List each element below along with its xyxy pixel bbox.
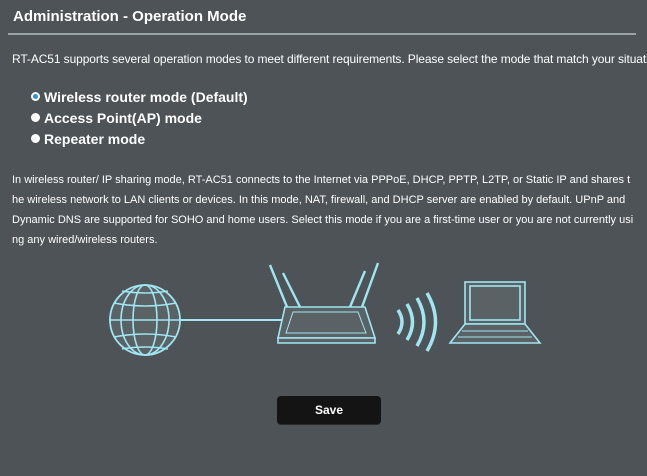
operation-mode-panel: Administration - Operation Mode RT-AC51 … xyxy=(0,0,647,476)
intro-text: RT-AC51 supports several operation modes… xyxy=(12,52,647,66)
radio-unselected-icon[interactable] xyxy=(31,134,40,143)
mode-label: Wireless router mode (Default) xyxy=(44,88,248,105)
mode-option-wireless-router[interactable]: Wireless router mode (Default) xyxy=(31,86,248,107)
mode-label: Access Point(AP) mode xyxy=(44,109,202,126)
page-title: Administration - Operation Mode xyxy=(13,8,247,25)
laptop-icon xyxy=(448,281,542,344)
radio-unselected-icon[interactable] xyxy=(31,113,40,122)
mode-radio-group: Wireless router mode (Default) Access Po… xyxy=(31,86,248,149)
router-icon xyxy=(268,262,380,344)
mode-label: Repeater mode xyxy=(44,130,146,147)
mode-option-access-point[interactable]: Access Point(AP) mode xyxy=(31,107,248,128)
title-divider xyxy=(8,33,636,35)
network-illustration xyxy=(109,262,542,356)
save-button[interactable]: Save xyxy=(277,396,381,424)
globe-icon xyxy=(109,284,181,356)
mode-description: In wireless router/ IP sharing mode, RT-… xyxy=(12,174,634,246)
radio-selected-icon[interactable] xyxy=(31,92,40,101)
mode-option-repeater[interactable]: Repeater mode xyxy=(31,128,248,149)
wireless-signal-icon xyxy=(396,292,438,352)
